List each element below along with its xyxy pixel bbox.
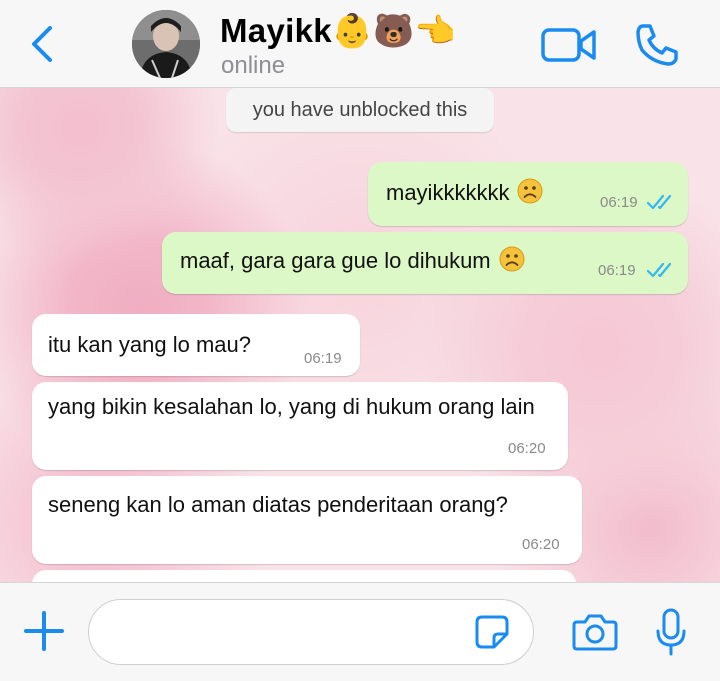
contact-name[interactable]: Mayikk👶🐻👈 <box>220 12 456 51</box>
read-receipt-icon <box>646 194 672 210</box>
sticker-button[interactable] <box>474 614 510 650</box>
incoming-message-partial[interactable] <box>32 570 576 582</box>
frowning-face-icon <box>517 178 543 204</box>
message-input[interactable] <box>88 599 534 665</box>
outgoing-message[interactable]: mayikkkkkkk 06:19 <box>368 162 688 226</box>
contact-status: online <box>221 52 286 79</box>
message-time: 06:19 <box>600 194 638 211</box>
voice-call-button[interactable] <box>634 22 680 68</box>
composer-bar <box>0 582 720 681</box>
sticker-icon <box>475 615 509 649</box>
microphone-icon <box>656 608 686 656</box>
avatar-image <box>132 10 200 78</box>
phone-icon <box>636 24 678 66</box>
attach-button[interactable] <box>22 609 66 653</box>
back-button[interactable] <box>24 22 64 66</box>
camera-icon <box>572 614 618 651</box>
message-text: mayikkkkkkk <box>386 178 543 208</box>
outgoing-message[interactable]: maaf, gara gara gue lo dihukum 06:19 <box>162 232 688 294</box>
message-time: 06:19 <box>598 262 636 279</box>
video-call-button[interactable] <box>540 26 598 64</box>
message-time: 06:20 <box>508 440 546 457</box>
camera-button[interactable] <box>572 612 618 652</box>
message-time: 06:20 <box>522 536 560 553</box>
message-time: 06:19 <box>304 350 342 367</box>
chat-header: Mayikk👶🐻👈 online <box>0 0 720 88</box>
chat-area[interactable]: you have unblocked this mayikkkkkkk 06:1… <box>0 88 720 582</box>
chevron-left-icon <box>32 26 52 62</box>
frowning-face-icon <box>499 246 525 272</box>
plus-icon <box>24 611 64 651</box>
incoming-message[interactable]: itu kan yang lo mau? 06:19 <box>32 314 360 376</box>
incoming-message[interactable]: yang bikin kesalahan lo, yang di hukum o… <box>32 382 568 470</box>
system-notice: you have unblocked this <box>226 88 494 132</box>
contact-avatar[interactable] <box>132 10 200 78</box>
read-receipt-icon <box>646 262 672 278</box>
video-camera-icon <box>541 28 596 62</box>
message-text: maaf, gara gara gue lo dihukum <box>180 246 525 276</box>
message-text: yang bikin kesalahan lo, yang di hukum o… <box>48 394 535 419</box>
message-text: seneng kan lo aman diatas penderitaan or… <box>48 492 508 517</box>
message-text: itu kan yang lo mau? <box>48 332 252 357</box>
microphone-button[interactable] <box>654 607 688 657</box>
incoming-message[interactable]: seneng kan lo aman diatas penderitaan or… <box>32 476 582 564</box>
